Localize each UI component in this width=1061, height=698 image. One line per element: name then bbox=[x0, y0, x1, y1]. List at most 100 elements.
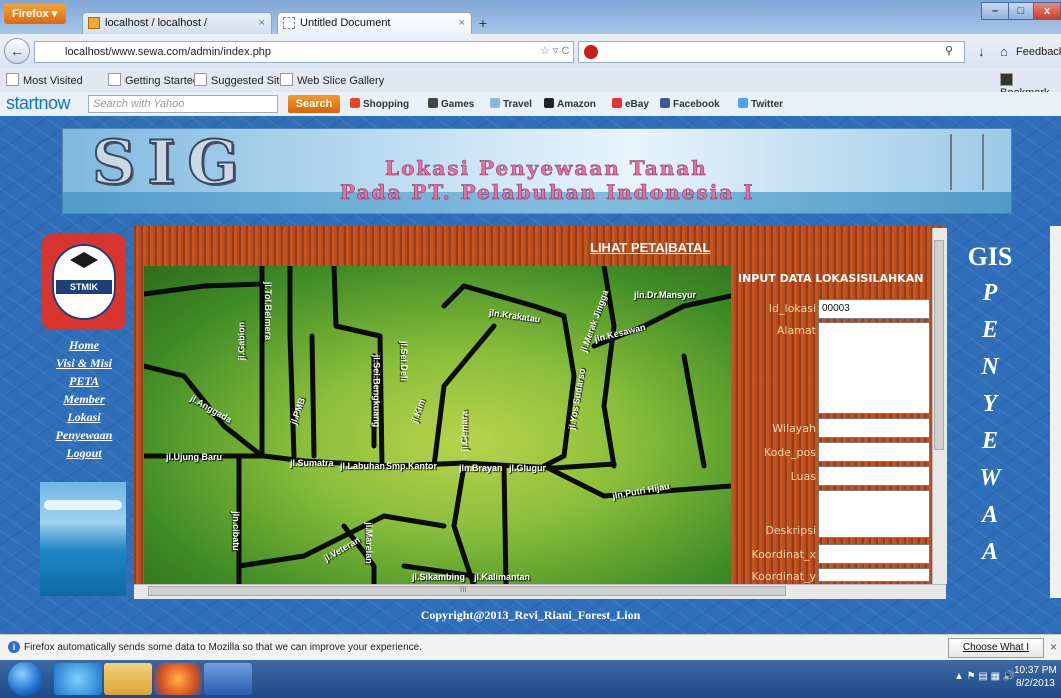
tab-phpmyadmin[interactable]: localhost / localhost / db_sewatanah ...… bbox=[82, 12, 272, 49]
reload-icon[interactable]: ☆ ▿ C bbox=[540, 44, 569, 57]
tab-close-icon[interactable]: × bbox=[259, 13, 265, 33]
tab-untitled-document[interactable]: Untitled Document × bbox=[277, 12, 472, 34]
startnow-link-ebay[interactable]: eBay bbox=[612, 98, 649, 110]
input-koordinat-x[interactable] bbox=[818, 544, 930, 564]
system-tray-icons[interactable]: ▲ ⚑ ▤ ▦ 🔊 bbox=[954, 671, 1015, 682]
menu-logout[interactable]: Logout bbox=[40, 444, 128, 462]
startnow-link-facebook[interactable]: Facebook bbox=[660, 98, 720, 110]
startnow-logo: startnow bbox=[6, 93, 71, 113]
label-kode-pos: Kode_pos bbox=[763, 446, 816, 459]
vertical-letter: A bbox=[981, 502, 998, 528]
menu-peta[interactable]: PETA bbox=[40, 372, 128, 390]
menu-penyewaan[interactable]: Penyewaan bbox=[40, 426, 128, 444]
startnow-link-shopping[interactable]: Shopping bbox=[350, 98, 409, 110]
favicon-icon bbox=[88, 17, 100, 29]
search-icon[interactable]: ⚲ bbox=[945, 44, 953, 57]
home-icon[interactable]: ⌂ bbox=[1000, 44, 1008, 59]
input-wilayah[interactable] bbox=[818, 418, 930, 438]
bookmark-icon bbox=[6, 73, 19, 86]
batal-link[interactable]: BATAL bbox=[668, 240, 710, 255]
bookmark-icon bbox=[194, 73, 207, 86]
road-label: jl.Sikambing bbox=[412, 572, 466, 582]
gis-word: GIS bbox=[967, 242, 1013, 271]
menu-home[interactable]: Home bbox=[40, 336, 128, 354]
location-map[interactable]: jln.Dr.Mansyur jln.Krakatau jln.Kesawan … bbox=[144, 266, 731, 586]
tab-close-icon[interactable]: × bbox=[459, 13, 465, 33]
bookmark-most-visited[interactable]: Most Visited bbox=[6, 73, 83, 87]
feedback-button[interactable]: Feedback bbox=[1016, 46, 1061, 58]
vertical-letter: E bbox=[981, 317, 998, 343]
tab-title: Untitled Document bbox=[300, 17, 391, 29]
vertical-letter: A bbox=[981, 539, 998, 565]
input-deskripsi[interactable] bbox=[818, 490, 930, 538]
input-alamat[interactable] bbox=[818, 322, 930, 414]
startnow-link-twitter[interactable]: Twitter bbox=[738, 98, 783, 110]
clock-time: 10:37 PM bbox=[1014, 665, 1057, 676]
scroll-grip: III bbox=[460, 585, 467, 594]
choose-what-i-share-button[interactable]: Choose What I Share bbox=[948, 638, 1044, 671]
vertical-scroll-thumb[interactable] bbox=[934, 240, 944, 450]
input-koordinat-y[interactable] bbox=[818, 568, 930, 582]
logo-name: STMIK bbox=[56, 280, 112, 294]
road-label: jl.Marelan bbox=[363, 522, 374, 564]
road-label: jln.cibatu bbox=[230, 511, 241, 551]
input-id-lokasi[interactable]: 00003 bbox=[818, 299, 930, 319]
clock[interactable]: 10:37 PM 8/2/2013 bbox=[1014, 664, 1057, 690]
road-label: jl.Glugur bbox=[509, 463, 546, 473]
ie-icon[interactable] bbox=[54, 663, 102, 695]
road-label: jln.Brayan bbox=[459, 463, 503, 473]
word-icon[interactable] bbox=[204, 663, 252, 695]
road-label: jl.Kalimantan bbox=[474, 572, 531, 582]
label-wilayah: Wilayah bbox=[772, 422, 816, 435]
bookmark-icon bbox=[280, 73, 293, 86]
logo-arc-text: POTENSI UTAMA bbox=[66, 298, 102, 316]
road-label: jl.Labuhan bbox=[340, 461, 385, 471]
bookmark-suggested-sites[interactable]: Suggested Sites bbox=[194, 73, 291, 87]
vertical-letter: Y bbox=[982, 391, 998, 417]
page-scrollbar[interactable] bbox=[1050, 226, 1061, 598]
twitter-icon bbox=[738, 98, 748, 108]
explorer-icon[interactable] bbox=[104, 663, 152, 695]
road-label: jl.Sei.Deli bbox=[399, 340, 410, 382]
input-kode-pos[interactable] bbox=[818, 442, 930, 462]
startnow-link-games[interactable]: Games bbox=[428, 98, 474, 110]
windows-start-icon[interactable] bbox=[8, 662, 42, 696]
firefox-menu-button[interactable]: Firefox ▾ bbox=[4, 4, 66, 24]
label-id-lokasi: Id_lokasi bbox=[768, 302, 816, 315]
startnow-search-button[interactable]: Search bbox=[288, 95, 340, 113]
maximize-button[interactable]: □ bbox=[1008, 2, 1034, 20]
firefox-icon[interactable] bbox=[154, 663, 202, 695]
bookmark-web-slice-gallery[interactable]: Web Slice Gallery bbox=[280, 73, 384, 87]
menu-visi-misi[interactable]: Visi & Misi bbox=[40, 354, 128, 372]
content-actions: LIHAT PETA|BATAL bbox=[590, 240, 710, 255]
new-tab-button[interactable]: + bbox=[474, 14, 492, 32]
close-icon[interactable]: × bbox=[1050, 640, 1057, 654]
copyright-text: Copyright@2013_Revi_Riani_Forest_Lion bbox=[420, 608, 641, 622]
road-label: jl.Sumatra bbox=[290, 458, 334, 468]
download-icon[interactable]: ↓ bbox=[978, 44, 985, 59]
menu-lokasi[interactable]: Lokasi bbox=[40, 408, 128, 426]
bookmark-getting-started[interactable]: Getting Started bbox=[108, 73, 199, 87]
road-label: jl.Sei.Bengkuang bbox=[371, 354, 382, 428]
banner-title-line2: Pada PT. Pelabuhan Indonesia I bbox=[340, 180, 755, 205]
label-deskripsi: Deskripsi bbox=[765, 524, 816, 537]
search-input[interactable] bbox=[578, 41, 965, 63]
startnow-link-amazon[interactable]: Amazon bbox=[544, 98, 596, 110]
vertical-letter: N bbox=[981, 354, 999, 380]
label-koordinat-y: Koordinat_y bbox=[751, 570, 816, 583]
url-bar[interactable]: localhost/www.sewa.com/admin/index.php bbox=[34, 41, 574, 63]
back-icon[interactable]: ← bbox=[4, 38, 30, 64]
startnow-search-input[interactable]: Search with Yahoo bbox=[88, 95, 278, 113]
startnow-link-travel[interactable]: Travel bbox=[490, 98, 532, 110]
input-luas[interactable] bbox=[818, 466, 930, 486]
lihat-peta-link[interactable]: LIHAT PETA bbox=[590, 240, 665, 255]
close-window-button[interactable]: x bbox=[1033, 2, 1061, 20]
menu-member[interactable]: Member bbox=[40, 390, 128, 408]
notification-text: Firefox automatically sends some data to… bbox=[24, 642, 422, 653]
minimize-button[interactable]: – bbox=[981, 2, 1009, 20]
facebook-icon bbox=[660, 98, 670, 108]
search-engine-icon[interactable] bbox=[584, 45, 598, 59]
road-label: jl.Ujung Baru bbox=[166, 452, 222, 462]
bookmark-label: Getting Started bbox=[125, 75, 199, 87]
horizontal-scroll-thumb[interactable] bbox=[148, 586, 786, 596]
